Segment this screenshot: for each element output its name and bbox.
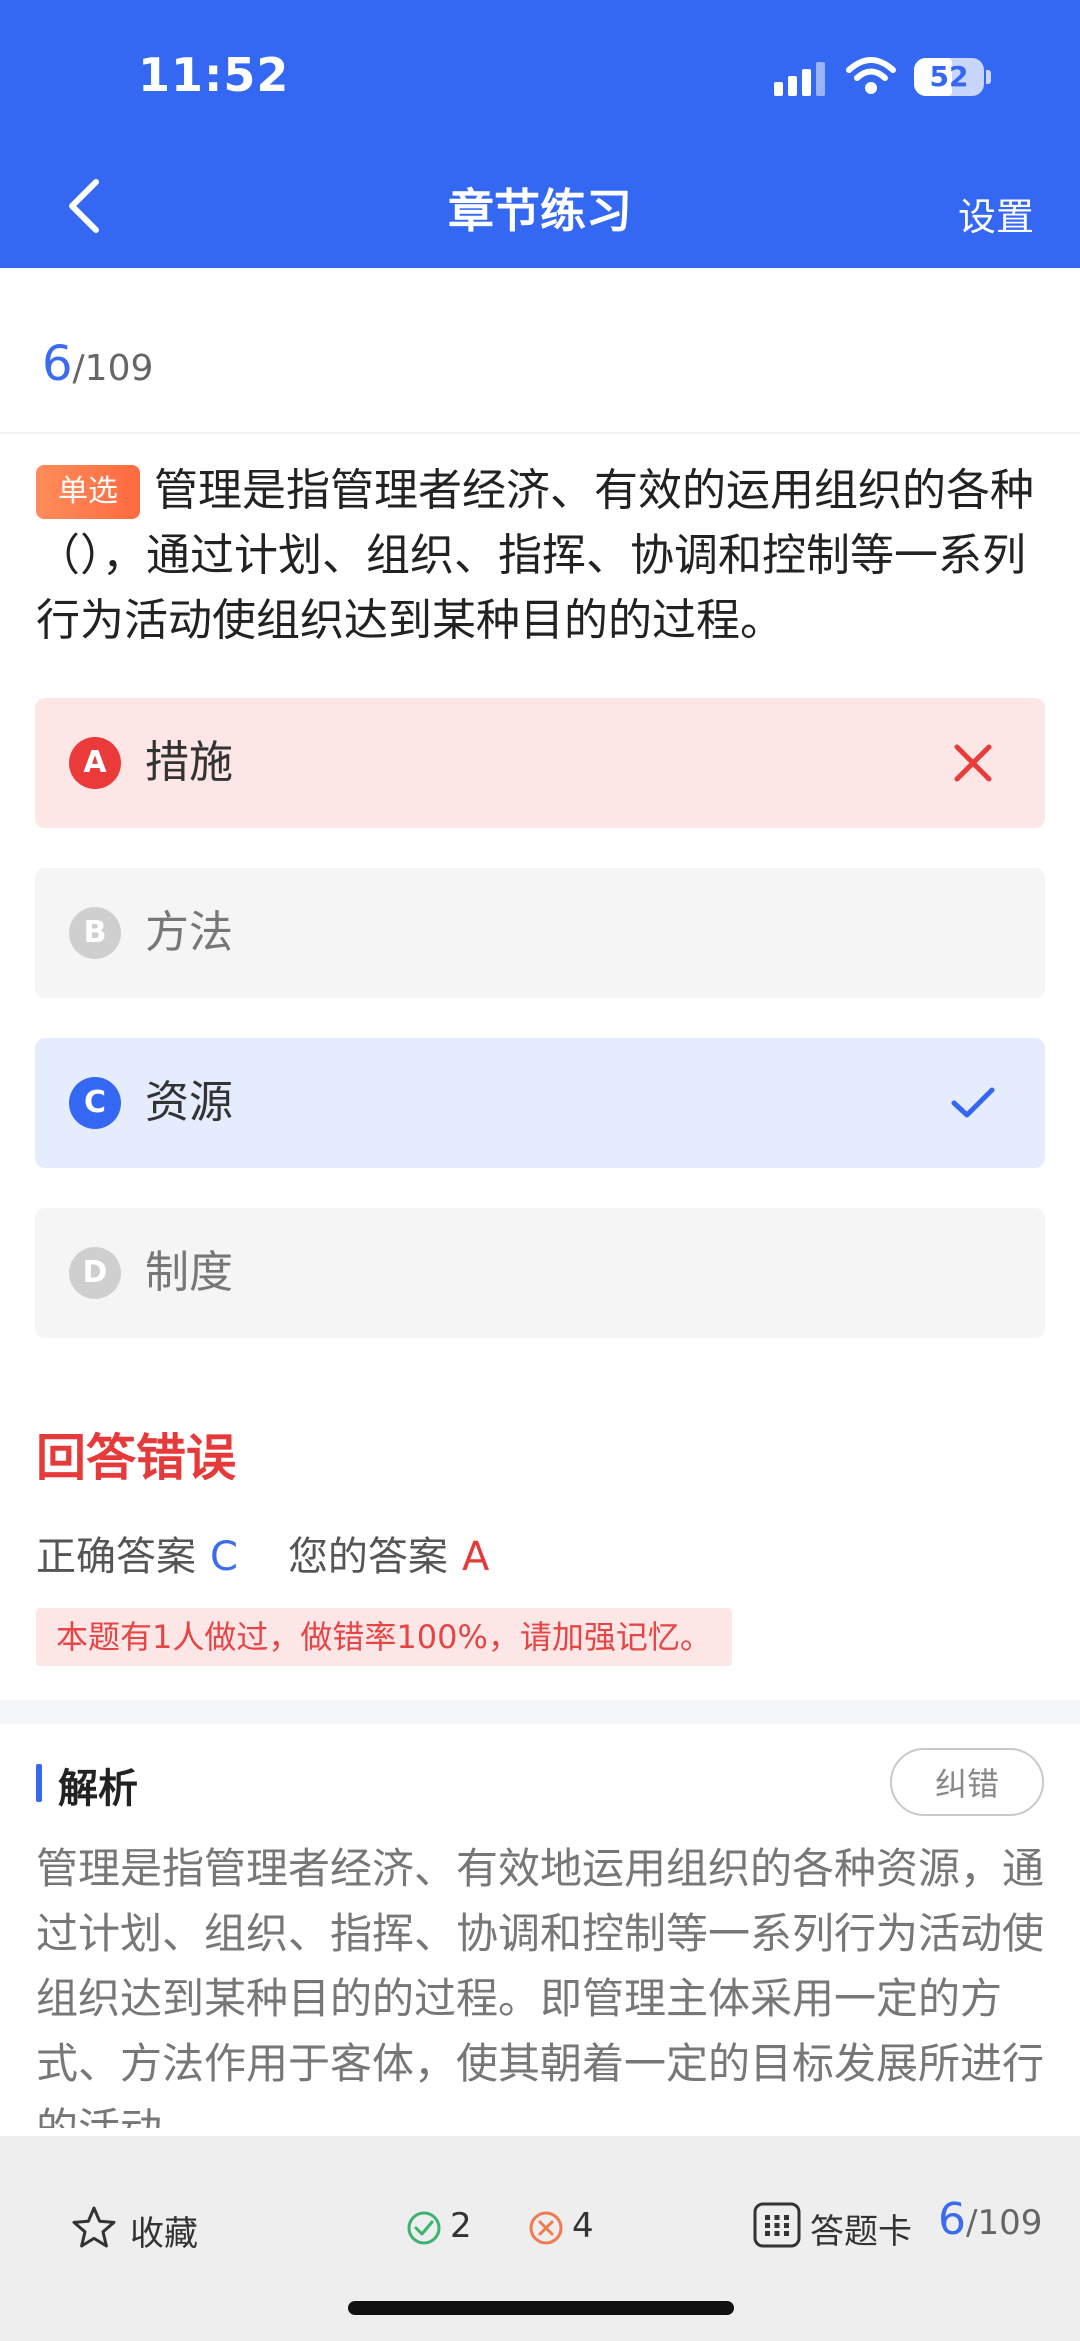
battery-tip [986,70,991,84]
question-stem: 单选 管理是指管理者经济、有效的运用组织的各种（），通过计划、组织、指挥、协调和控… [36,458,1050,653]
home-indicator [348,2301,734,2315]
option-c[interactable]: C 资源 [35,1038,1045,1168]
wifi-icon [846,57,896,94]
settings-button[interactable]: 设置 [958,186,1034,241]
option-letter-c: C [69,1077,121,1129]
your-answer-label: 您的答案 [287,1534,448,1580]
page-title: 章节练习 [448,184,632,238]
bottom-progress-current: 6 [938,2194,966,2245]
result-title: 回答错误 [36,1429,236,1487]
question-progress: 6/109 [42,336,153,392]
wrong-count-value: 4 [572,2206,594,2246]
battery-icon: 52 [914,58,984,96]
correct-count-value: 2 [450,2206,472,2246]
bottom-progress-total: /109 [966,2203,1043,2243]
error-rate-hint: 本题有1人做过，做错率100%，请加强记忆。 [36,1608,732,1666]
question-text: 管理是指管理者经济、有效的运用组织的各种（），通过计划、组织、指挥、协调和控制等… [36,465,1034,646]
star-icon [72,2206,116,2248]
bottom-progress: 6/109 [938,2194,1042,2245]
answer-summary: 正确答案 C 您的答案 A [36,1524,489,1582]
correct-answer-value: C [210,1534,238,1580]
section-separator [0,1700,1080,1724]
analysis-accent-bar [36,1764,42,1802]
option-label-b: 方法 [145,907,233,958]
option-letter-a: A [69,737,121,789]
progress-current: 6 [42,336,73,392]
option-letter-b: B [69,907,121,959]
analysis-title: 解析 [58,1766,138,1812]
question-type-badge: 单选 [36,465,140,519]
battery-level: 52 [929,60,969,93]
check-mark-icon [951,1087,995,1118]
option-label-d: 制度 [145,1247,233,1298]
divider [0,432,1080,434]
option-a[interactable]: A 措施 [35,698,1045,828]
option-d[interactable]: D 制度 [35,1208,1045,1338]
status-time: 11:52 [138,48,290,102]
cellular-signal-icon [774,62,828,96]
progress-total: /109 [72,348,154,389]
your-answer-value: A [461,1534,490,1580]
option-label-c: 资源 [145,1077,233,1128]
report-error-button[interactable]: 纠错 [890,1748,1044,1816]
option-label-a: 措施 [145,737,233,788]
option-letter-d: D [69,1247,121,1299]
app-header: 11:52 52 章节练习 设置 [0,0,1080,268]
answer-card-label: 答题卡 [810,2212,912,2252]
grid-icon [753,2202,801,2248]
correct-answer-label: 正确答案 [36,1534,196,1580]
option-b[interactable]: B 方法 [35,868,1045,998]
x-circle-icon [529,2211,563,2245]
wrong-mark-icon [954,744,992,782]
check-circle-icon [407,2211,441,2245]
analysis-content: 管理是指管理者经济、有效地运用组织的各种资源，通过计划、组织、指挥、协调和控制等… [36,1836,1046,2128]
analysis-text: 管理是指管理者经济、有效地运用组织的各种资源，通过计划、组织、指挥、协调和控制等… [36,1844,1045,2128]
favorite-label: 收藏 [130,2214,198,2254]
